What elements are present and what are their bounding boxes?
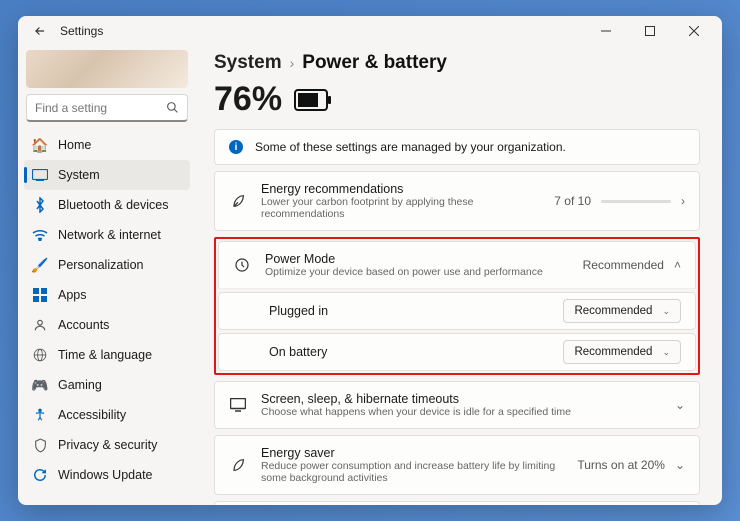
- energy-progress: [601, 200, 671, 203]
- power-mode-status: Recommended: [583, 258, 664, 272]
- bluetooth-icon: [32, 197, 48, 213]
- saver-status: Turns on at 20%: [577, 458, 665, 472]
- search-box[interactable]: [26, 94, 188, 122]
- sidebar-item-label: Network & internet: [58, 228, 161, 242]
- person-icon: [32, 317, 48, 333]
- sidebar-item-home[interactable]: 🏠 Home: [24, 130, 190, 160]
- battery-usage-card[interactable]: Battery usage ⌄: [214, 501, 700, 505]
- on-battery-dropdown[interactable]: Recommended ⌄: [563, 340, 681, 364]
- search-icon: [166, 101, 179, 114]
- sidebar-item-label: System: [58, 168, 100, 182]
- window-title: Settings: [60, 24, 103, 38]
- sidebar-item-network[interactable]: Network & internet: [24, 220, 190, 250]
- chevron-down-icon: ⌄: [662, 347, 670, 358]
- sidebar-item-label: Gaming: [58, 378, 102, 392]
- on-battery-row: On battery Recommended ⌄: [218, 333, 696, 371]
- battery-percent: 76%: [214, 80, 282, 119]
- wifi-icon: [32, 227, 48, 243]
- breadcrumb: System › Power & battery: [214, 52, 704, 74]
- card-title: Screen, sleep, & hibernate timeouts: [261, 392, 661, 406]
- apps-icon: [32, 287, 48, 303]
- energy-count: 7 of 10: [554, 194, 591, 208]
- sidebar-item-label: Accounts: [58, 318, 109, 332]
- power-mode-card[interactable]: Power Mode Optimize your device based on…: [218, 241, 696, 289]
- plugged-in-dropdown[interactable]: Recommended ⌄: [563, 299, 681, 323]
- screen-icon: [229, 398, 247, 412]
- search-input[interactable]: [35, 101, 159, 115]
- shield-icon: [32, 437, 48, 453]
- dropdown-value: Recommended: [574, 305, 652, 317]
- sidebar-item-bluetooth[interactable]: Bluetooth & devices: [24, 190, 190, 220]
- gaming-icon: 🎮: [32, 377, 48, 393]
- breadcrumb-current: Power & battery: [302, 52, 447, 74]
- sleep-timeouts-card[interactable]: Screen, sleep, & hibernate timeouts Choo…: [214, 381, 700, 429]
- home-icon: 🏠: [32, 137, 48, 153]
- chevron-up-icon: ˄: [674, 258, 681, 272]
- brush-icon: 🖌️: [32, 257, 48, 273]
- chevron-down-icon: ⌄: [675, 398, 685, 412]
- plugged-label: Plugged in: [269, 304, 563, 318]
- update-icon: [32, 467, 48, 483]
- sidebar-item-time[interactable]: Time & language: [24, 340, 190, 370]
- dropdown-value: Recommended: [574, 346, 652, 358]
- battery-label: On battery: [269, 345, 563, 359]
- chevron-right-icon: ›: [290, 55, 295, 71]
- card-title: Energy recommendations: [261, 182, 540, 196]
- maximize-button[interactable]: [628, 16, 672, 46]
- chevron-down-icon: ⌄: [662, 306, 670, 317]
- profile-banner[interactable]: [26, 50, 188, 88]
- card-subtitle: Lower your carbon footprint by applying …: [261, 196, 540, 220]
- breadcrumb-parent[interactable]: System: [214, 52, 282, 74]
- sidebar-item-label: Accessibility: [58, 408, 126, 422]
- sidebar-item-system[interactable]: System: [24, 160, 190, 190]
- sidebar-item-label: Apps: [58, 288, 87, 302]
- info-icon: i: [229, 140, 243, 154]
- sidebar-item-gaming[interactable]: 🎮 Gaming: [24, 370, 190, 400]
- settings-window: Settings 🏠 Home: [18, 16, 722, 505]
- close-button[interactable]: [672, 16, 716, 46]
- sidebar-item-label: Home: [58, 138, 91, 152]
- battery-status: 76%: [214, 80, 704, 119]
- sidebar-item-label: Privacy & security: [58, 438, 157, 452]
- minimize-button[interactable]: [584, 16, 628, 46]
- card-subtitle: Choose what happens when your device is …: [261, 406, 661, 418]
- sidebar-item-accounts[interactable]: Accounts: [24, 310, 190, 340]
- sidebar: 🏠 Home System Bluetooth & devices: [18, 46, 196, 505]
- globe-icon: [32, 347, 48, 363]
- battery-icon: [294, 89, 332, 111]
- sidebar-item-update[interactable]: Windows Update: [24, 460, 190, 490]
- sidebar-item-label: Personalization: [58, 258, 143, 272]
- titlebar: Settings: [18, 16, 722, 46]
- system-icon: [32, 167, 48, 183]
- card-title: Energy saver: [261, 446, 563, 460]
- power-mode-icon: [233, 257, 251, 273]
- back-button[interactable]: [32, 23, 48, 39]
- sidebar-item-label: Bluetooth & devices: [58, 198, 169, 212]
- sidebar-item-apps[interactable]: Apps: [24, 280, 190, 310]
- chevron-down-icon: ⌄: [675, 458, 685, 472]
- plugged-in-row: Plugged in Recommended ⌄: [218, 292, 696, 330]
- sidebar-item-label: Time & language: [58, 348, 152, 362]
- accessibility-icon: [32, 407, 48, 423]
- banner-text: Some of these settings are managed by yo…: [255, 140, 566, 154]
- leaf-icon: [229, 193, 247, 209]
- sidebar-item-label: Windows Update: [58, 468, 153, 482]
- card-title: Power Mode: [265, 252, 569, 266]
- sidebar-item-personalization[interactable]: 🖌️ Personalization: [24, 250, 190, 280]
- power-mode-highlight: Power Mode Optimize your device based on…: [214, 237, 700, 375]
- card-subtitle: Reduce power consumption and increase ba…: [261, 460, 563, 484]
- chevron-right-icon: ›: [681, 194, 685, 208]
- sidebar-item-privacy[interactable]: Privacy & security: [24, 430, 190, 460]
- org-managed-banner: i Some of these settings are managed by …: [214, 129, 700, 165]
- sidebar-item-accessibility[interactable]: Accessibility: [24, 400, 190, 430]
- main-content: System › Power & battery 76% i Some of t…: [196, 46, 722, 505]
- energy-saver-card[interactable]: Energy saver Reduce power consumption an…: [214, 435, 700, 495]
- energy-recommendations-card[interactable]: Energy recommendations Lower your carbon…: [214, 171, 700, 231]
- leaf-icon: [229, 457, 247, 473]
- card-subtitle: Optimize your device based on power use …: [265, 266, 569, 278]
